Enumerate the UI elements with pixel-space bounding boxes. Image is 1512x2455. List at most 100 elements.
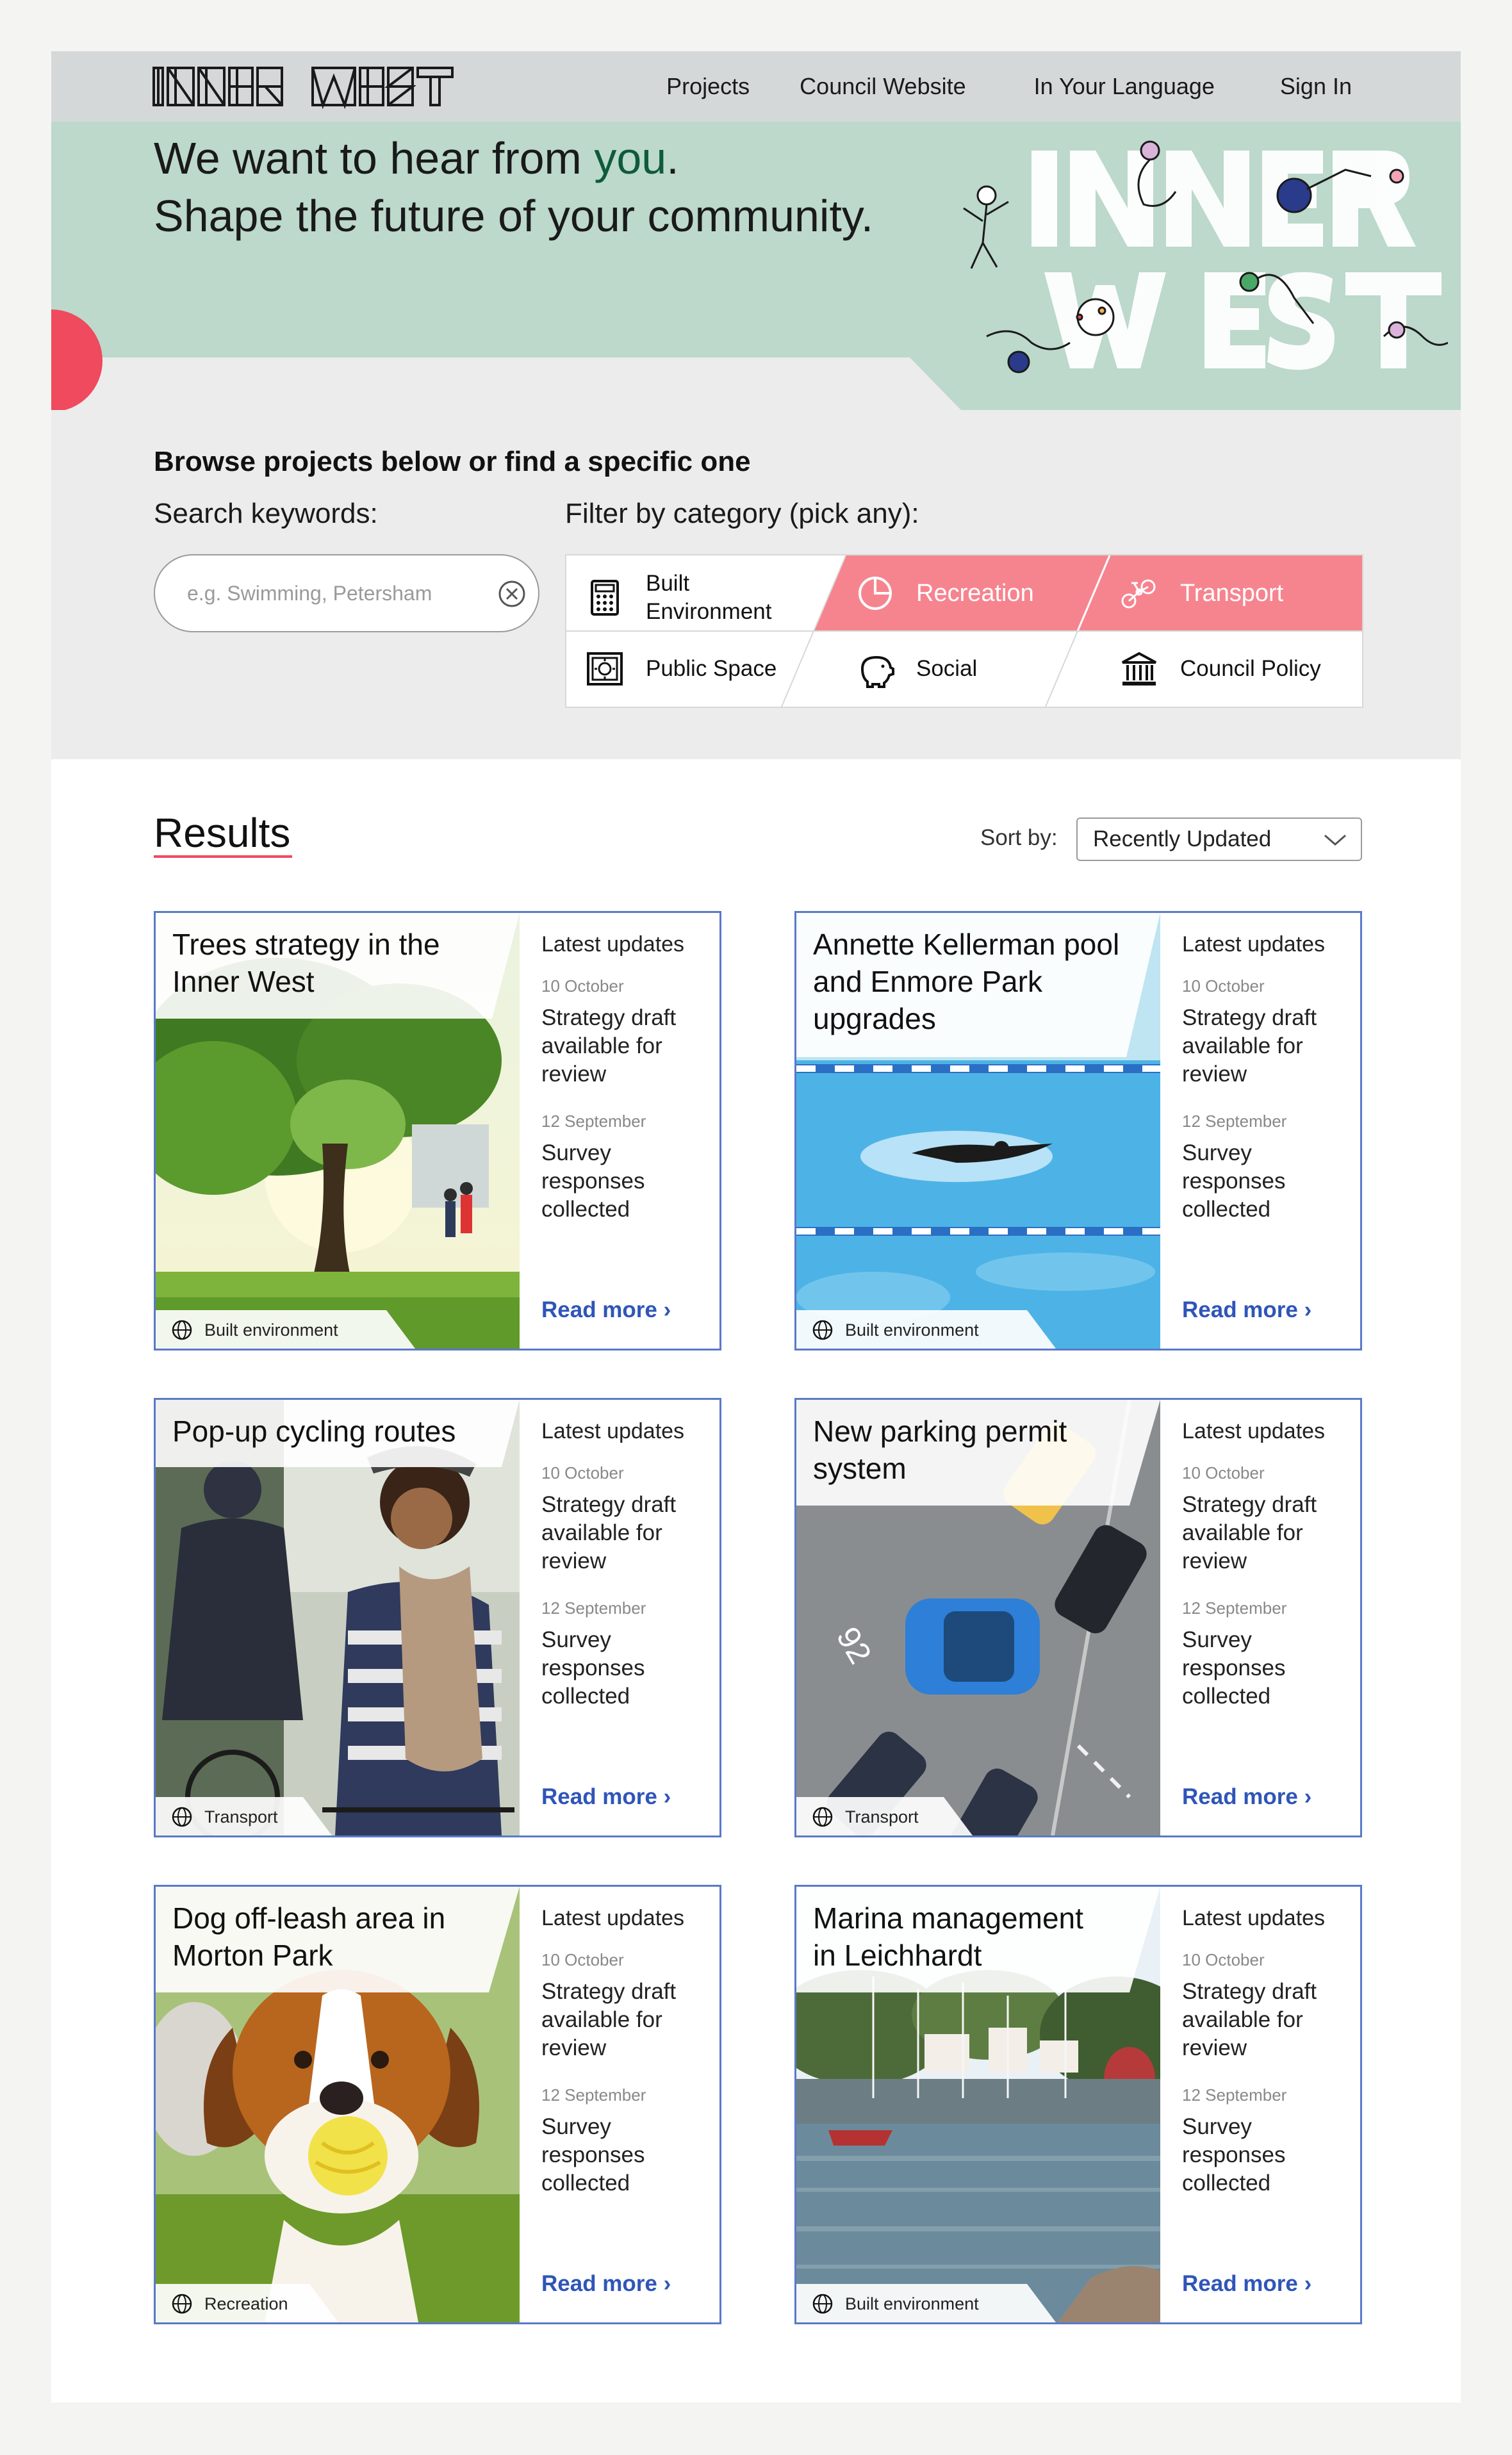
card-tag-label: Built environment xyxy=(845,1320,979,1340)
category-filter-grid: Built Environment Recreation Transport P… xyxy=(565,554,1363,708)
card-tag-label: Transport xyxy=(204,1807,278,1827)
hero-line2: Shape the future of your community. xyxy=(154,191,874,241)
card-updates: Latest updates 10 October Strategy draft… xyxy=(541,932,714,1247)
hero-line1-end: . xyxy=(666,133,679,183)
update-text: Strategy draft available for review xyxy=(541,1005,677,1087)
hero-accent-word: you xyxy=(594,133,667,183)
piggy-bank-icon xyxy=(860,655,894,688)
update-date: 12 September xyxy=(1182,1598,1287,1618)
category-label: Transport xyxy=(1180,579,1284,607)
update-text: Survey responses collected xyxy=(541,1140,645,1222)
update-date: 10 October xyxy=(541,1463,624,1482)
card-category-tag: Recreation xyxy=(156,2285,288,2322)
card-title: Annette Kellerman pool and Enmore Park u… xyxy=(813,928,1120,1035)
category-label: Recreation xyxy=(916,579,1034,607)
update-text: Survey responses collected xyxy=(1182,1140,1286,1222)
project-card[interactable]: Marina management in Leichhardt Built en… xyxy=(794,1885,1362,2324)
globe-icon xyxy=(812,1807,833,1827)
chevron-down-icon xyxy=(1324,834,1346,846)
clear-search-icon[interactable] xyxy=(497,579,527,609)
update-date: 12 September xyxy=(541,1112,646,1131)
project-card[interactable]: 92 New parking permit system Transport L… xyxy=(794,1398,1362,1837)
project-card[interactable]: Annette Kellerman pool and Enmore Park u… xyxy=(794,911,1362,1351)
latest-updates-heading: Latest updates xyxy=(1182,932,1326,957)
update-date: 12 September xyxy=(541,1598,646,1618)
card-updates: Latest updates 10 October Strategy draft… xyxy=(541,1419,714,1734)
globe-icon xyxy=(812,1320,833,1340)
card-updates: Latest updates 10 October Strategy draft… xyxy=(1182,1906,1355,2221)
card-title: Pop-up cycling routes xyxy=(172,1415,456,1448)
globe-icon xyxy=(172,2294,192,2314)
category-council-policy[interactable]: Council Policy xyxy=(1120,650,1321,688)
search-input[interactable] xyxy=(187,581,482,605)
nav-sign-in-link[interactable]: Sign In xyxy=(1280,73,1352,100)
browse-title: Browse projects below or find a specific… xyxy=(154,446,751,477)
nav-links: Projects Council Website In Your Languag… xyxy=(666,51,1352,122)
category-label-line2: Environment xyxy=(646,599,772,624)
update-text: Strategy draft available for review xyxy=(541,1979,677,2060)
category-transport[interactable]: Transport xyxy=(1120,574,1283,612)
project-card[interactable]: Dog off-leash area in Morton Park Recrea… xyxy=(154,1885,721,2324)
sort-selected-value: Recently Updated xyxy=(1093,826,1272,851)
update-date: 10 October xyxy=(1182,1463,1265,1482)
category-label-line1: Built xyxy=(646,571,690,596)
card-tag-label: Transport xyxy=(845,1807,919,1827)
card-title: Trees strategy in the Inner West xyxy=(172,928,440,998)
read-more-link[interactable]: Read more › xyxy=(541,1297,671,1323)
page: Projects Council Website In Your Languag… xyxy=(51,51,1461,2402)
category-label: Public Space xyxy=(646,656,777,681)
top-navigation: Projects Council Website In Your Languag… xyxy=(51,51,1461,122)
card-tag-label: Built environment xyxy=(204,1320,338,1340)
nav-in-your-language-link[interactable]: In Your Language xyxy=(1034,73,1215,100)
globe-icon xyxy=(172,1320,192,1340)
card-updates: Latest updates 10 October Strategy draft… xyxy=(541,1906,714,2221)
category-built-environment[interactable]: Built Environment xyxy=(586,570,771,626)
update-text: Survey responses collected xyxy=(541,2114,645,2196)
calculator-icon xyxy=(591,580,619,616)
read-more-link[interactable]: Read more › xyxy=(1182,1784,1311,1810)
read-more-link[interactable]: Read more › xyxy=(541,2271,671,2297)
card-category-tag: Transport xyxy=(796,1798,919,1835)
nav-projects-link[interactable]: Projects xyxy=(666,73,750,100)
latest-updates-heading: Latest updates xyxy=(1182,1419,1326,1443)
sort-select[interactable]: Recently Updated xyxy=(1076,817,1362,861)
read-more-link[interactable]: Read more › xyxy=(1182,2271,1311,2297)
latest-updates-heading: Latest updates xyxy=(541,1419,685,1443)
search-label: Search keywords: xyxy=(154,498,378,529)
hero-headline: We want to hear from you. Shape the futu… xyxy=(154,129,873,245)
category-recreation[interactable]: Recreation xyxy=(856,574,1034,612)
category-public-space[interactable]: Public Space xyxy=(586,650,777,688)
project-card[interactable]: Pop-up cycling routes Transport Latest u… xyxy=(154,1398,721,1837)
safe-icon xyxy=(587,652,623,686)
card-updates: Latest updates 10 October Strategy draft… xyxy=(1182,932,1355,1247)
sort-label: Sort by: xyxy=(980,825,1058,850)
card-title: New parking permit system xyxy=(813,1415,1067,1485)
pie-chart-icon xyxy=(859,577,892,610)
update-date: 12 September xyxy=(1182,1112,1287,1131)
card-category-tag: Built environment xyxy=(156,1311,338,1349)
read-more-link[interactable]: Read more › xyxy=(541,1784,671,1810)
category-social[interactable]: Social xyxy=(856,650,977,688)
inner-west-logo[interactable] xyxy=(152,64,460,109)
globe-icon xyxy=(812,2294,833,2314)
results-underline xyxy=(154,855,292,858)
update-date: 10 October xyxy=(541,1950,624,1969)
latest-updates-heading: Latest updates xyxy=(1182,1906,1326,1930)
filter-label: Filter by category (pick any): xyxy=(565,498,919,529)
hero-line1: We want to hear from xyxy=(154,133,595,183)
read-more-link[interactable]: Read more › xyxy=(1182,1297,1311,1323)
project-card[interactable]: Trees strategy in the Inner West Built e… xyxy=(154,911,721,1351)
card-category-tag: Built environment xyxy=(796,1311,979,1349)
nav-council-website-link[interactable]: Council Website xyxy=(800,73,966,100)
search-box xyxy=(154,554,539,632)
card-tag-label: Built environment xyxy=(845,2294,979,2313)
card-updates: Latest updates 10 October Strategy draft… xyxy=(1182,1419,1355,1734)
update-text: Survey responses collected xyxy=(1182,2114,1286,2196)
update-text: Survey responses collected xyxy=(1182,1627,1286,1709)
latest-updates-heading: Latest updates xyxy=(541,1906,685,1930)
update-text: Survey responses collected xyxy=(541,1627,645,1709)
update-date: 12 September xyxy=(1182,2085,1287,2105)
results-title: Results xyxy=(154,810,291,856)
inner-west-illustration xyxy=(963,140,1448,374)
latest-updates-heading: Latest updates xyxy=(541,932,685,957)
